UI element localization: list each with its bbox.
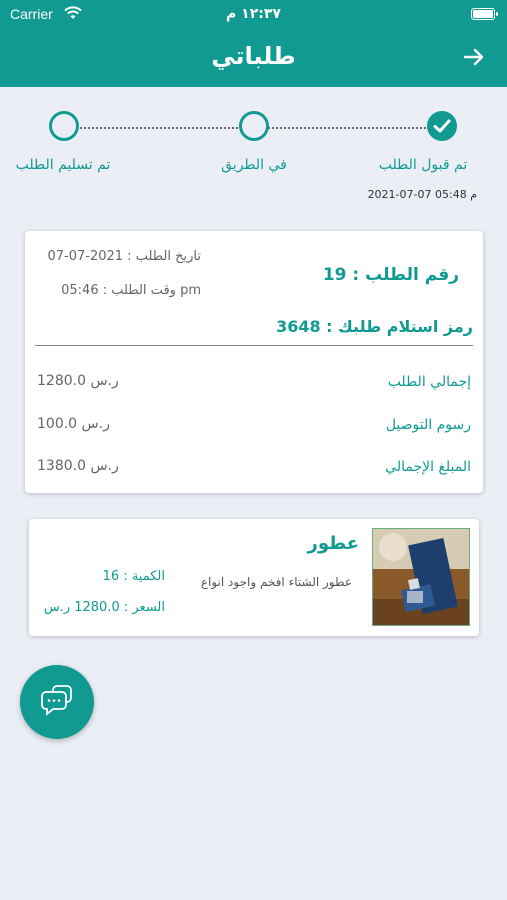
arrow-right-icon [463,48,484,66]
status-clock: ١٢:٣٧ م [226,6,281,22]
grand-total-label: المبلغ الإجمالي [385,459,471,475]
delivery-fee-label: رسوم التوصيل [385,417,471,433]
top-app-bar: Carrier ١٢:٣٧ م طلباتي [0,0,507,87]
step-delivered-circle [49,111,79,141]
product-price: السعر : 1280.0 ر.س [43,600,165,615]
order-total-value: 1280.0 ر.س [37,373,119,389]
battery-icon [471,8,498,20]
step-on-the-way-circle [239,111,269,141]
step-accepted-circle [427,111,457,141]
product-description: عطور الشتاء افخم واجود انواع [200,575,352,589]
check-icon [433,119,451,133]
chat-bubbles-icon [41,685,72,716]
product-image [372,528,470,626]
order-status-tracker: تم تسليم الطلب في الطريق تم قبول الطلب 2… [0,110,507,210]
step-on-the-way-label: في الطريق [221,157,287,173]
order-date: تاريخ الطلب : 2021-07-07 [47,249,201,264]
order-item-card[interactable]: عطور عطور الشتاء افخم واجود انواع الكمية… [29,519,479,636]
chat-button[interactable] [20,665,94,739]
order-number: رقم الطلب : 19 [322,265,459,285]
product-quantity: الكمية : 16 [102,569,165,584]
delivery-fee-value: 100.0 ر.س [37,416,110,432]
order-time: وقت الطلب : 05:46 pm [61,283,201,298]
accepted-time: 2021-07-07 05:48 م [367,188,477,201]
page-title: طلباتي [211,42,296,70]
step-accepted-label: تم قبول الطلب [378,157,468,173]
pickup-code: رمز استلام طلبك : 3648 [276,317,473,336]
order-total-label: إجمالي الطلب [387,374,471,390]
back-button[interactable] [461,44,487,70]
order-summary-card: رقم الطلب : 19 تاريخ الطلب : 2021-07-07 … [25,231,483,493]
status-bar: Carrier ١٢:٣٧ م [0,0,507,30]
step-delivered-label: تم تسليم الطلب [15,157,111,173]
product-name: عطور [307,533,359,554]
grand-total-value: 1380.0 ر.س [37,458,119,474]
divider [35,345,473,346]
